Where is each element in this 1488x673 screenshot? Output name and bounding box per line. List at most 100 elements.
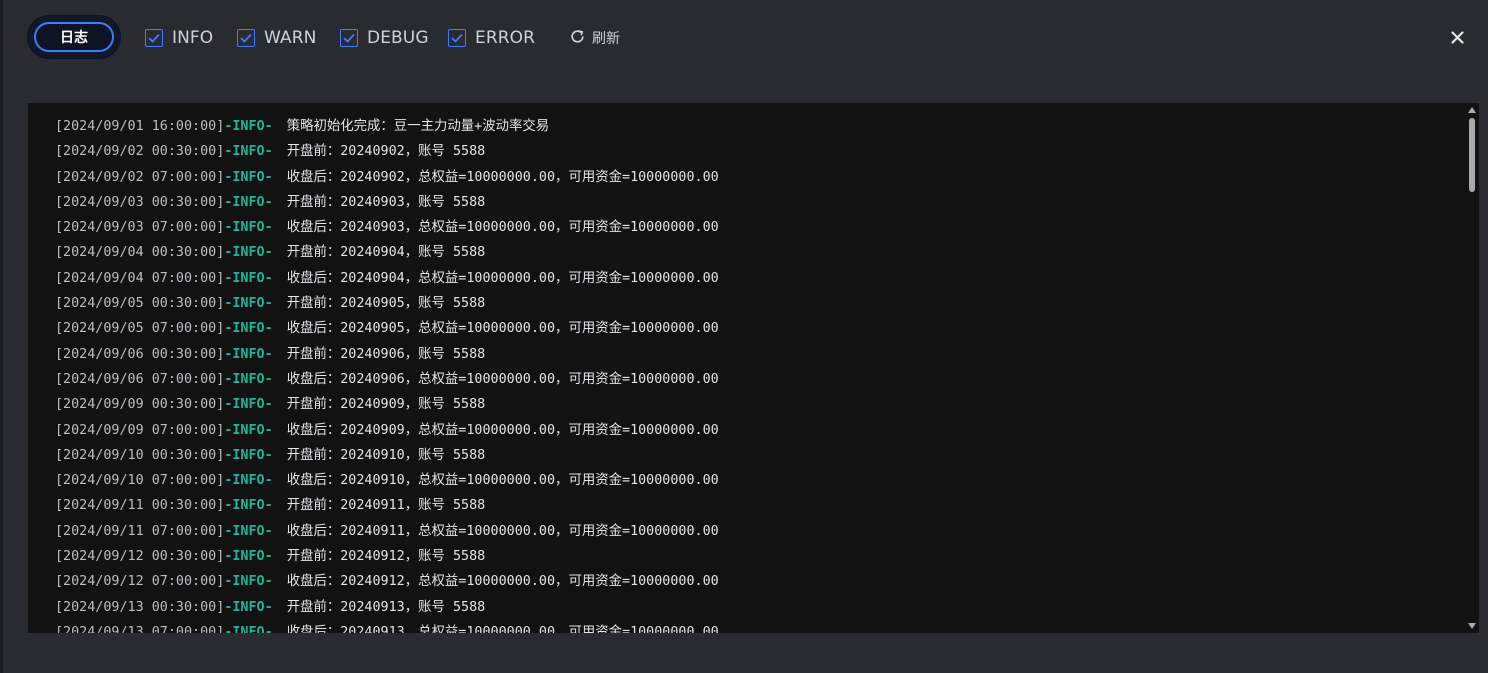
log-tab-wrapper: 日志: [28, 16, 120, 58]
log-line: [2024/09/12 07:00:00]-INFO- 收盘后：20240912，…: [55, 569, 719, 594]
log-timestamp: [2024/09/12 07:00:00]: [55, 574, 225, 590]
log-timestamp: [2024/09/13 07:00:00]: [55, 624, 225, 633]
refresh-icon: [569, 28, 586, 49]
filter-warn-label: WARN: [264, 28, 317, 48]
scroll-down-arrow-icon[interactable]: [1468, 622, 1476, 630]
log-level: -INFO-: [224, 371, 273, 387]
log-message: 开盘前：20240903，账号 5588: [286, 194, 486, 210]
log-message: 收盘后：20240912，总权益=10000000.00，可用资金=100000…: [286, 574, 719, 590]
log-message: 收盘后：20240913，总权益=10000000.00，可用资金=100000…: [286, 624, 719, 633]
log-line: [2024/09/09 07:00:00]-INFO- 收盘后：20240909，…: [55, 418, 719, 443]
log-level: -INFO-: [224, 169, 273, 185]
filter-info-checkbox[interactable]: INFO: [145, 27, 213, 49]
log-level: -INFO-: [224, 119, 273, 134]
log-level: -INFO-: [224, 397, 273, 413]
log-line: [2024/09/06 07:00:00]-INFO- 收盘后：20240906，…: [55, 367, 719, 392]
refresh-label: 刷新: [592, 31, 620, 47]
log-message: 开盘前：20240904，账号 5588: [286, 245, 486, 261]
log-level: -INFO-: [224, 599, 273, 615]
vertical-scrollbar[interactable]: [1465, 103, 1479, 633]
log-line: [2024/09/04 00:30:00]-INFO- 开盘前：20240904，…: [55, 240, 719, 265]
filter-error-checkbox[interactable]: ERROR: [448, 27, 535, 49]
log-timestamp: [2024/09/09 07:00:00]: [55, 422, 225, 438]
log-message: 开盘前：20240910，账号 5588: [286, 447, 486, 463]
log-message: 收盘后：20240902，总权益=10000000.00，可用资金=100000…: [286, 169, 719, 185]
log-level: -INFO-: [224, 270, 273, 286]
close-button[interactable]: [1445, 26, 1469, 50]
log-line: [2024/09/03 00:30:00]-INFO- 开盘前：20240903，…: [55, 190, 719, 215]
log-line: [2024/09/03 07:00:00]-INFO- 收盘后：20240903，…: [55, 215, 719, 240]
log-level: -INFO-: [224, 523, 273, 539]
log-lines: [2024/09/01 16:00:00]-INFO- 策略初始化完成：豆一主力动…: [55, 114, 719, 633]
filter-debug-label: DEBUG: [367, 28, 429, 48]
filter-error-label: ERROR: [475, 28, 536, 48]
log-timestamp: [2024/09/04 07:00:00]: [55, 270, 225, 286]
log-message: 收盘后：20240904，总权益=10000000.00，可用资金=100000…: [286, 270, 719, 286]
log-message: 开盘前：20240912，账号 5588: [286, 549, 486, 565]
log-tab[interactable]: 日志: [34, 22, 114, 52]
log-message: 开盘前：20240902，账号 5588: [286, 144, 486, 160]
checkbox-checked-icon: [448, 29, 466, 47]
log-line: [2024/09/05 07:00:00]-INFO- 收盘后：20240905，…: [55, 316, 719, 341]
log-level: -INFO-: [224, 321, 273, 337]
log-line: [2024/09/11 00:30:00]-INFO- 开盘前：20240911，…: [55, 493, 719, 518]
log-line: [2024/09/13 00:30:00]-INFO- 开盘前：20240913，…: [55, 595, 719, 620]
log-timestamp: [2024/09/06 00:30:00]: [55, 346, 225, 362]
log-level: -INFO-: [224, 144, 273, 160]
log-line: [2024/09/12 00:30:00]-INFO- 开盘前：20240912，…: [55, 544, 719, 569]
log-level: -INFO-: [224, 574, 273, 590]
log-level: -INFO-: [224, 447, 273, 463]
scroll-thumb[interactable]: [1469, 118, 1475, 192]
log-line: [2024/09/11 07:00:00]-INFO- 收盘后：20240911，…: [55, 519, 719, 544]
filter-debug-checkbox[interactable]: DEBUG: [340, 27, 429, 49]
log-timestamp: [2024/09/11 07:00:00]: [55, 523, 225, 539]
log-timestamp: [2024/09/11 00:30:00]: [55, 498, 225, 514]
log-message: 收盘后：20240909，总权益=10000000.00，可用资金=100000…: [286, 422, 719, 438]
log-level: -INFO-: [224, 422, 273, 438]
log-level: -INFO-: [224, 498, 273, 514]
log-output[interactable]: [2024/09/01 16:00:00]-INFO- 策略初始化完成：豆一主力动…: [28, 103, 1479, 633]
log-timestamp: [2024/09/06 07:00:00]: [55, 371, 225, 387]
log-level: -INFO-: [224, 549, 273, 565]
log-level: -INFO-: [224, 220, 273, 236]
log-line: [2024/09/06 00:30:00]-INFO- 开盘前：20240906，…: [55, 342, 719, 367]
refresh-button[interactable]: 刷新: [569, 27, 620, 49]
log-line: [2024/09/02 00:30:00]-INFO- 开盘前：20240902，…: [55, 139, 719, 164]
log-level: -INFO-: [224, 194, 273, 210]
log-level: -INFO-: [224, 346, 273, 362]
checkbox-checked-icon: [237, 29, 255, 47]
scroll-up-arrow-icon[interactable]: [1468, 106, 1476, 114]
log-level: -INFO-: [224, 473, 273, 489]
log-level: -INFO-: [224, 296, 273, 312]
log-message: 策略初始化完成：豆一主力动量+波动率交易: [286, 119, 550, 134]
log-line: [2024/09/10 00:30:00]-INFO- 开盘前：20240910，…: [55, 443, 719, 468]
log-message: 开盘前：20240909，账号 5588: [286, 397, 486, 413]
log-timestamp: [2024/09/10 07:00:00]: [55, 473, 225, 489]
log-line: [2024/09/01 16:00:00]-INFO- 策略初始化完成：豆一主力动…: [55, 114, 719, 139]
checkbox-checked-icon: [145, 29, 163, 47]
log-message: 收盘后：20240905，总权益=10000000.00，可用资金=100000…: [286, 321, 719, 337]
checkbox-checked-icon: [340, 29, 358, 47]
log-timestamp: [2024/09/10 00:30:00]: [55, 447, 225, 463]
log-message: 收盘后：20240910，总权益=10000000.00，可用资金=100000…: [286, 473, 719, 489]
log-message: 开盘前：20240906，账号 5588: [286, 346, 486, 362]
log-timestamp: [2024/09/09 00:30:00]: [55, 397, 225, 413]
log-timestamp: [2024/09/13 00:30:00]: [55, 599, 225, 615]
log-line: [2024/09/05 00:30:00]-INFO- 开盘前：20240905，…: [55, 291, 719, 316]
log-line: [2024/09/09 00:30:00]-INFO- 开盘前：20240909，…: [55, 392, 719, 417]
log-line: [2024/09/02 07:00:00]-INFO- 收盘后：20240902，…: [55, 165, 719, 190]
filter-warn-checkbox[interactable]: WARN: [237, 27, 316, 49]
log-timestamp: [2024/09/12 00:30:00]: [55, 549, 225, 565]
log-message: 收盘后：20240903，总权益=10000000.00，可用资金=100000…: [286, 220, 719, 236]
log-timestamp: [2024/09/03 00:30:00]: [55, 194, 225, 210]
log-message: 开盘前：20240913，账号 5588: [286, 599, 486, 615]
log-line: [2024/09/04 07:00:00]-INFO- 收盘后：20240904，…: [55, 266, 719, 291]
log-message: 收盘后：20240911，总权益=10000000.00，可用资金=100000…: [286, 523, 719, 539]
log-message: 收盘后：20240906，总权益=10000000.00，可用资金=100000…: [286, 371, 719, 387]
log-panel: 日志 INFO WARN DEBUG ERROR 刷新 [2024/09/01 …: [3, 0, 1488, 673]
log-timestamp: [2024/09/05 07:00:00]: [55, 321, 225, 337]
close-icon: [1450, 29, 1464, 48]
log-message: 开盘前：20240911，账号 5588: [286, 498, 486, 514]
log-timestamp: [2024/09/03 07:00:00]: [55, 220, 225, 236]
log-timestamp: [2024/09/02 00:30:00]: [55, 144, 225, 160]
